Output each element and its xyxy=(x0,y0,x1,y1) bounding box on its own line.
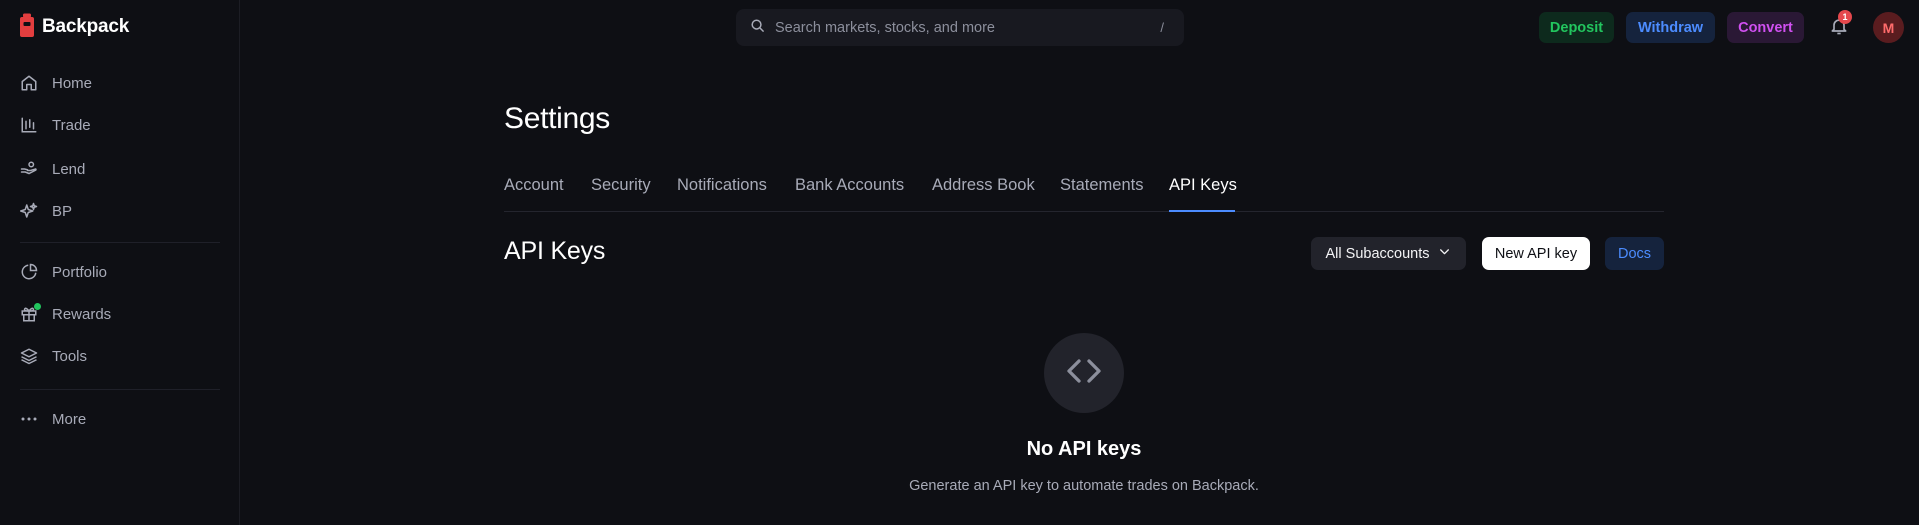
sidebar-item-label: Portfolio xyxy=(52,263,108,281)
search-input[interactable]: Search markets, stocks, and more / xyxy=(736,9,1184,46)
backpack-logo-icon xyxy=(18,13,36,42)
ellipsis-icon xyxy=(20,410,38,428)
home-icon xyxy=(20,74,38,92)
sidebar-item-rewards[interactable]: Rewards xyxy=(20,301,220,327)
tab-api-keys[interactable]: API Keys xyxy=(1169,176,1237,212)
deposit-button[interactable]: Deposit xyxy=(1539,12,1614,43)
sidebar-divider xyxy=(20,389,220,390)
sidebar-item-label: Lend xyxy=(52,160,86,178)
empty-state-title: No API keys xyxy=(1026,438,1142,460)
hand-coins-icon xyxy=(20,160,38,178)
sidebar-item-label: BP xyxy=(52,202,73,220)
notification-badge: 1 xyxy=(1838,10,1852,24)
brand-logo[interactable]: Backpack xyxy=(18,13,130,42)
tab-account[interactable]: Account xyxy=(504,176,564,212)
sidebar-item-home[interactable]: Home xyxy=(20,70,220,96)
search-placeholder: Search markets, stocks, and more xyxy=(775,19,995,36)
sidebar: Backpack Home Trade Lend BP Portfolio Re… xyxy=(0,0,240,525)
empty-state-description: Generate an API key to automate trades o… xyxy=(909,478,1259,494)
tab-address-book[interactable]: Address Book xyxy=(932,176,1035,212)
empty-state-icon-container xyxy=(1044,333,1124,413)
sidebar-item-label: Home xyxy=(52,74,93,92)
new-api-key-button[interactable]: New API key xyxy=(1482,237,1590,270)
search-shortcut-hint: / xyxy=(1160,20,1164,35)
sidebar-item-lend[interactable]: Lend xyxy=(20,156,220,182)
sidebar-item-portfolio[interactable]: Portfolio xyxy=(20,259,220,285)
tab-notifications[interactable]: Notifications xyxy=(677,176,767,212)
layers-icon xyxy=(20,347,38,365)
convert-button[interactable]: Convert xyxy=(1727,12,1804,43)
withdraw-button[interactable]: Withdraw xyxy=(1626,12,1715,43)
subaccount-select-value: All Subaccounts xyxy=(1325,245,1430,262)
sidebar-item-trade[interactable]: Trade xyxy=(20,112,220,138)
tab-security[interactable]: Security xyxy=(591,176,651,212)
page-title: Settings xyxy=(504,102,610,135)
tab-statements[interactable]: Statements xyxy=(1060,176,1143,212)
code-icon xyxy=(1064,351,1104,396)
settings-tabs: Account Security Notifications Bank Acco… xyxy=(504,176,1664,212)
sidebar-item-label: Tools xyxy=(52,347,88,365)
sidebar-item-label: Trade xyxy=(52,116,91,134)
sidebar-item-bp[interactable]: BP xyxy=(20,198,220,224)
sparkles-icon xyxy=(20,202,38,220)
chevron-down-icon xyxy=(1438,245,1451,262)
sidebar-divider xyxy=(20,242,220,243)
gift-icon xyxy=(20,303,41,323)
rewards-indicator xyxy=(34,303,41,310)
brand-name: Backpack xyxy=(42,16,130,37)
sidebar-item-label: More xyxy=(52,410,87,428)
tab-bank-accounts[interactable]: Bank Accounts xyxy=(795,176,904,212)
section-title: API Keys xyxy=(504,237,606,265)
active-tab-indicator xyxy=(1169,210,1235,212)
sidebar-item-more[interactable]: More xyxy=(20,406,220,432)
sidebar-item-label: Rewards xyxy=(52,305,112,323)
search-icon xyxy=(750,18,765,38)
avatar[interactable]: M xyxy=(1873,12,1904,43)
chart-icon xyxy=(20,116,38,134)
docs-button[interactable]: Docs xyxy=(1605,237,1664,270)
subaccount-select[interactable]: All Subaccounts xyxy=(1311,237,1466,270)
pie-chart-icon xyxy=(20,263,38,281)
sidebar-item-tools[interactable]: Tools xyxy=(20,343,220,369)
